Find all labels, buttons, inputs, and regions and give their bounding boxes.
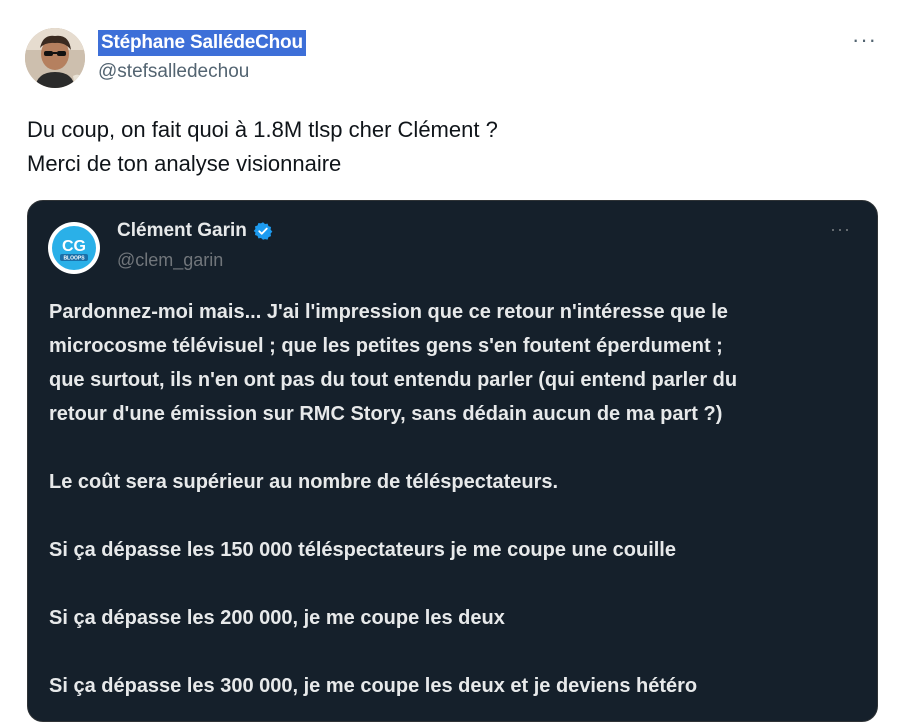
quoted-line: Si ça dépasse les 200 000, je me coupe l… xyxy=(49,607,505,629)
tweet-text: Du coup, on fait quoi à 1.8M tlsp cher C… xyxy=(27,113,867,181)
avatar-subtext: BLOOPS xyxy=(63,256,85,262)
quoted-line: Le coût sera supérieur au nombre de télé… xyxy=(49,471,559,493)
quoted-paragraph: Le coût sera supérieur au nombre de télé… xyxy=(49,465,864,499)
avatar-photo xyxy=(25,28,85,88)
tweet: Stéphane SallédeChou @stefsalledechou ··… xyxy=(0,0,909,722)
quoted-line: microcosme télévisuel ; que les petites … xyxy=(49,335,723,357)
quoted-line: Si ça dépasse les 300 000, je me coupe l… xyxy=(49,675,698,697)
avatar-initials: CG xyxy=(62,238,86,255)
quoted-line: que surtout, ils n'en ont pas du tout en… xyxy=(49,369,738,391)
tweet-text-line: Du coup, on fait quoi à 1.8M tlsp cher C… xyxy=(27,117,498,142)
quoted-display-name: Clément Garin xyxy=(117,220,247,241)
tweet-text-line: Merci de ton analyse visionnaire xyxy=(27,151,342,176)
cg-logo-icon: CG BLOOPS xyxy=(52,226,96,270)
quoted-paragraph: Si ça dépasse les 200 000, je me coupe l… xyxy=(49,601,864,635)
quoted-avatar: CG BLOOPS xyxy=(48,222,100,274)
author-handle[interactable]: @stefsalledechou xyxy=(98,60,306,84)
quoted-tweet-image[interactable]: CG BLOOPS Clément Garin @clem_garin ··· … xyxy=(27,200,878,722)
quoted-handle: @clem_garin xyxy=(117,250,224,270)
more-options-icon[interactable]: ··· xyxy=(852,29,877,51)
quoted-more-icon: ··· xyxy=(830,219,851,239)
verified-badge-icon xyxy=(253,222,273,240)
quoted-line: Pardonnez-moi mais... J'ai l'impression … xyxy=(49,301,728,323)
quoted-paragraph: Pardonnez-moi mais... J'ai l'impression … xyxy=(49,295,864,431)
avatar[interactable] xyxy=(25,28,85,88)
quoted-author-info: Clément Garin @clem_garin xyxy=(117,218,273,271)
quoted-tweet-text: Pardonnez-moi mais... J'ai l'impression … xyxy=(49,295,864,721)
quoted-line: retour d'une émission sur RMC Story, san… xyxy=(49,403,723,425)
quoted-paragraph: Si ça dépasse les 150 000 téléspectateur… xyxy=(49,533,864,567)
quoted-paragraph: Si ça dépasse les 300 000, je me coupe l… xyxy=(49,669,864,703)
author-info: Stéphane SallédeChou @stefsalledechou xyxy=(98,30,306,84)
quoted-line: Si ça dépasse les 150 000 téléspectateur… xyxy=(49,539,676,561)
author-display-name[interactable]: Stéphane SallédeChou xyxy=(98,30,306,56)
quoted-author-name-row: Clément Garin xyxy=(117,218,273,244)
